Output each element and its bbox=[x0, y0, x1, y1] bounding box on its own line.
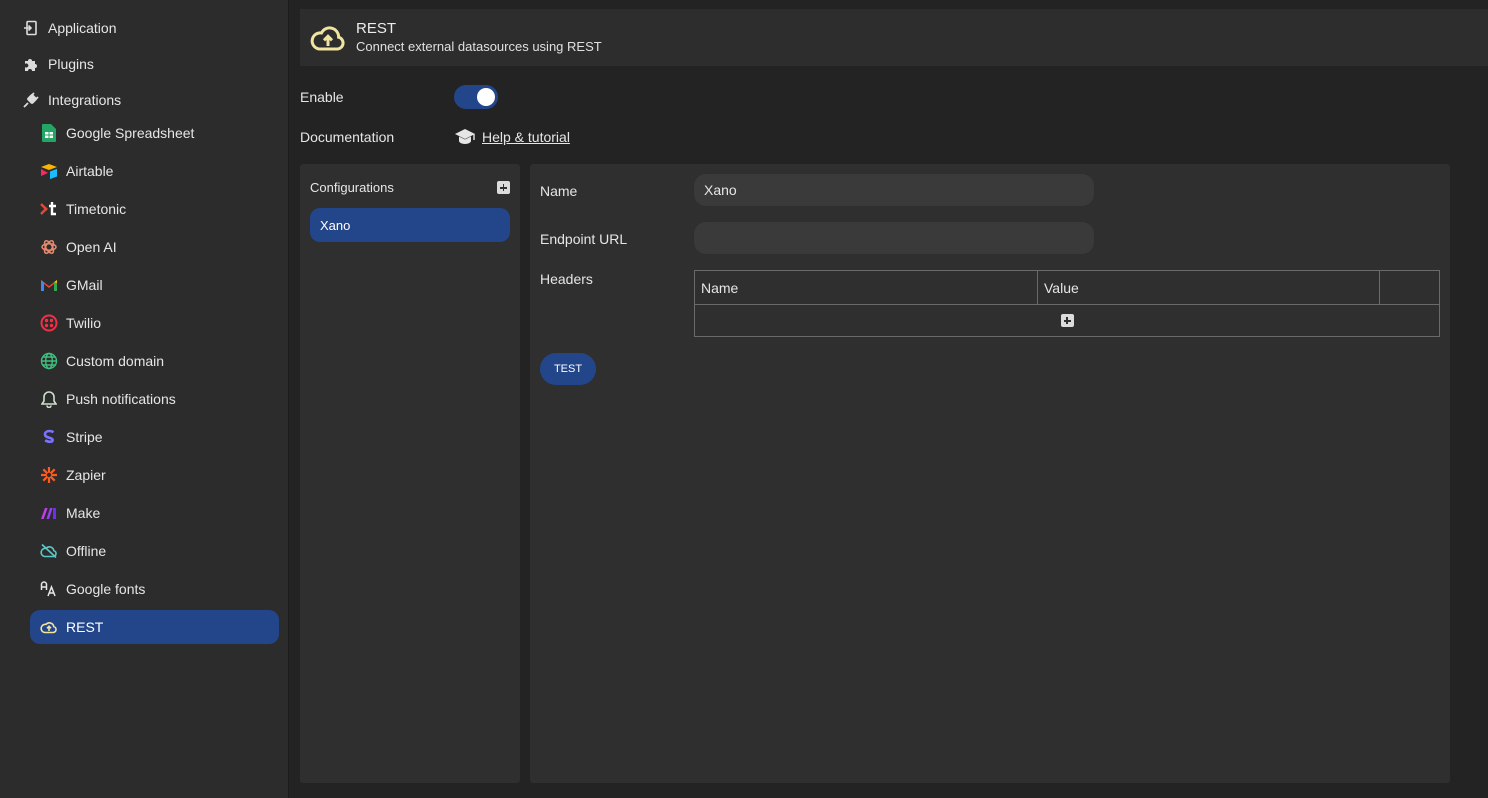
google-sheets-icon bbox=[40, 124, 58, 142]
sidebar-item-offline[interactable]: Offline bbox=[30, 534, 279, 568]
sidebar-item-label: Google Spreadsheet bbox=[66, 125, 195, 141]
stripe-icon bbox=[40, 428, 58, 446]
page-header: REST Connect external datasources using … bbox=[300, 9, 1488, 66]
cloud-upload-icon bbox=[310, 20, 346, 56]
documentation-link[interactable]: Help & tutorial bbox=[454, 127, 570, 148]
sidebar-item-label: GMail bbox=[66, 277, 103, 293]
sidebar-item-stripe[interactable]: Stripe bbox=[30, 420, 279, 454]
sidebar-item-timetonic[interactable]: Timetonic bbox=[30, 192, 279, 226]
sidebar-item-airtable[interactable]: Airtable bbox=[30, 154, 279, 188]
gmail-icon bbox=[40, 276, 58, 294]
app-entry-icon bbox=[22, 19, 40, 37]
add-configuration-icon[interactable] bbox=[497, 181, 510, 194]
sidebar-item-google-fonts[interactable]: Google fonts bbox=[30, 572, 279, 606]
sidebar-item-open-ai[interactable]: Open AI bbox=[30, 230, 279, 264]
app-root: Application Plugins Integrations Google … bbox=[0, 0, 1488, 798]
enable-toggle[interactable] bbox=[454, 85, 498, 109]
headers-table: Name Value bbox=[694, 270, 1440, 337]
cloud-upload-icon bbox=[40, 618, 58, 636]
page-subtitle: Connect external datasources using REST bbox=[356, 39, 602, 54]
configurations-title: Configurations bbox=[310, 180, 394, 195]
documentation-row: Documentation Help & tutorial bbox=[300, 124, 570, 150]
sidebar-item-integrations[interactable]: Integrations bbox=[0, 82, 289, 118]
sidebar-item-rest[interactable]: REST bbox=[30, 610, 279, 644]
airtable-icon bbox=[40, 162, 58, 180]
name-label: Name bbox=[540, 183, 578, 199]
sidebar-item-label: Timetonic bbox=[66, 201, 127, 217]
toggle-knob bbox=[477, 88, 495, 106]
enable-label: Enable bbox=[300, 89, 344, 105]
page-title: REST bbox=[356, 20, 397, 37]
sidebar-item-label: Zapier bbox=[66, 467, 106, 483]
zapier-icon bbox=[40, 466, 58, 484]
graduation-cap-icon bbox=[454, 127, 476, 148]
headers-column-actions bbox=[1380, 271, 1439, 304]
sidebar-item-twilio[interactable]: Twilio bbox=[30, 306, 279, 340]
test-button[interactable]: TEST bbox=[540, 353, 596, 385]
configurations-panel: Configurations Xano bbox=[300, 164, 520, 783]
sidebar-item-label: Plugins bbox=[48, 56, 94, 72]
font-icon bbox=[40, 580, 58, 598]
endpoint-url-label: Endpoint URL bbox=[540, 231, 628, 247]
headers-table-body bbox=[695, 305, 1439, 336]
documentation-label: Documentation bbox=[300, 129, 395, 145]
globe-icon bbox=[40, 352, 58, 370]
sidebar-item-push-notifications[interactable]: Push notifications bbox=[30, 382, 279, 416]
configuration-item-xano[interactable]: Xano bbox=[310, 208, 510, 242]
openai-icon bbox=[40, 238, 58, 256]
sidebar-item-label: Open AI bbox=[66, 239, 117, 255]
sidebar-item-label: Twilio bbox=[66, 315, 102, 331]
headers-column-value: Value bbox=[1038, 271, 1380, 304]
sidebar-item-label: Custom domain bbox=[66, 353, 165, 369]
sidebar-item-plugins[interactable]: Plugins bbox=[0, 46, 289, 82]
integrations-list: Google Spreadsheet Airtable Timetonic Op… bbox=[30, 116, 279, 648]
sidebar-item-custom-domain[interactable]: Custom domain bbox=[30, 344, 279, 378]
twilio-icon bbox=[40, 314, 58, 332]
endpoint-url-input[interactable] bbox=[694, 222, 1094, 254]
sidebar-item-label: REST bbox=[66, 619, 104, 635]
sidebar-item-label: Google fonts bbox=[66, 581, 146, 597]
headers-column-name: Name bbox=[695, 271, 1038, 304]
sidebar-item-label: Airtable bbox=[66, 163, 114, 179]
headers-table-head: Name Value bbox=[695, 271, 1439, 305]
name-input[interactable] bbox=[694, 174, 1094, 206]
sidebar-item-label: Make bbox=[66, 505, 101, 521]
timetonic-icon bbox=[40, 200, 58, 218]
configurations-header: Configurations bbox=[310, 180, 510, 195]
sidebar-item-gmail[interactable]: GMail bbox=[30, 268, 279, 302]
sidebar-item-label: Stripe bbox=[66, 429, 103, 445]
sidebar-item-application[interactable]: Application bbox=[0, 10, 289, 46]
bell-icon bbox=[40, 390, 58, 408]
sidebar-item-label: Application bbox=[48, 20, 117, 36]
sidebar-item-make[interactable]: Make bbox=[30, 496, 279, 530]
add-header-icon[interactable] bbox=[1060, 314, 1074, 327]
puzzle-icon bbox=[22, 55, 40, 73]
sidebar-item-google-spreadsheet[interactable]: Google Spreadsheet bbox=[30, 116, 279, 150]
help-tutorial-link[interactable]: Help & tutorial bbox=[482, 129, 570, 145]
configuration-detail-panel: Name Endpoint URL Headers Name Value TES… bbox=[530, 164, 1450, 783]
enable-row: Enable bbox=[300, 84, 498, 110]
cloud-off-icon bbox=[40, 542, 58, 560]
sidebar-item-label: Push notifications bbox=[66, 391, 176, 407]
headers-label: Headers bbox=[540, 271, 593, 287]
sidebar: Application Plugins Integrations Google … bbox=[0, 0, 289, 798]
sidebar-top-nav: Application Plugins Integrations bbox=[0, 10, 289, 118]
make-icon bbox=[40, 504, 58, 522]
sidebar-item-label: Integrations bbox=[48, 92, 122, 108]
header-text: REST Connect external datasources using … bbox=[356, 20, 602, 55]
plug-icon bbox=[22, 91, 40, 109]
sidebar-item-label: Offline bbox=[66, 543, 107, 559]
sidebar-item-zapier[interactable]: Zapier bbox=[30, 458, 279, 492]
